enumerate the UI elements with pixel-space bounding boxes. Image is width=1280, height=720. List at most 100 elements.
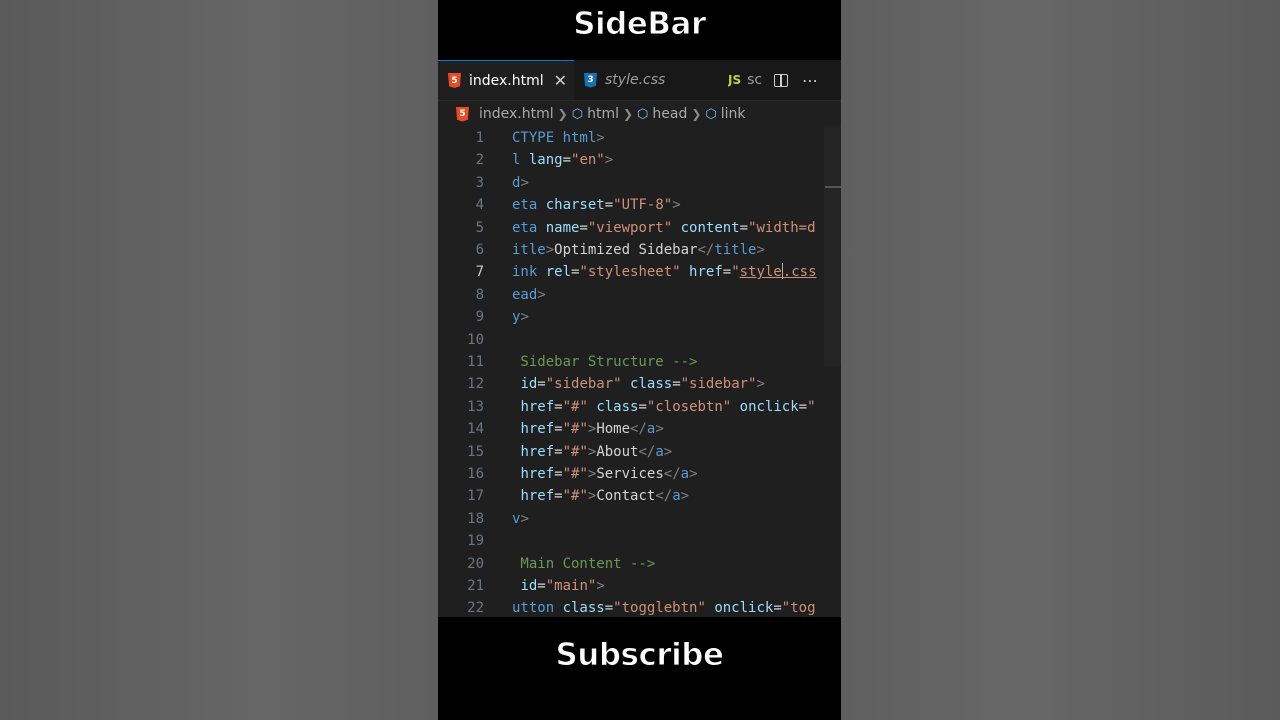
code-token: a: [672, 488, 681, 505]
code-text: itle>Optimized Sidebar</title>: [512, 239, 765, 261]
html5-icon: 5: [448, 73, 461, 88]
code-token: >: [663, 443, 673, 460]
code-token: .css: [782, 264, 817, 281]
line-number: 8: [475, 286, 484, 303]
code-line: 3 d>: [438, 172, 841, 194]
code-token: =: [537, 578, 546, 594]
code-text: Main Content -->: [512, 553, 655, 575]
code-token: =: [672, 376, 681, 393]
code-token: a: [680, 466, 690, 482]
breadcrumb: 5 index.html ❯ ⬡ html ❯ ⬡ head ❯ ⬡ link: [438, 101, 841, 127]
line-number: 17: [467, 488, 484, 505]
code-line: 12 id="sidebar" class="sidebar">: [438, 373, 841, 395]
line-number: 1: [475, 130, 484, 146]
minimap-viewport-marker: [825, 186, 841, 188]
tab-script-js[interactable]: JS sc: [728, 60, 772, 100]
code-line: 4 eta charset="UTF-8">: [438, 194, 841, 216]
tab-style-css[interactable]: 3 style.css: [584, 60, 712, 100]
code-token: =: [773, 600, 782, 617]
code-token: </: [655, 488, 673, 505]
javascript-icon: JS: [728, 73, 742, 87]
line-number: 18: [467, 510, 484, 527]
code-token: </: [630, 421, 647, 438]
code-token: Contact: [596, 488, 656, 505]
code-token: eta: [512, 197, 546, 214]
split-editor-icon[interactable]: [774, 73, 788, 87]
code-token: >: [655, 421, 664, 438]
line-number: 2: [475, 152, 484, 169]
code-token: >: [520, 174, 529, 191]
code-token: >: [545, 242, 555, 258]
code-line: 20 Main Content -->: [438, 553, 841, 575]
chevron-right-icon: ❯: [557, 107, 568, 121]
breadcrumb-item-file[interactable]: index.html: [479, 106, 554, 122]
line-number: 19: [467, 533, 484, 550]
code-text: v>: [512, 508, 529, 530]
code-token: "#": [562, 398, 588, 415]
code-text: d>: [512, 172, 529, 194]
code-token: rel: [545, 264, 572, 281]
line-number: 12: [467, 376, 484, 393]
code-token: =: [604, 600, 614, 617]
code-line: 19: [438, 530, 841, 552]
code-text-area[interactable]: 1 CTYPE html> 2 l lang="en"> 3 d> 4 eta charset…: [438, 127, 841, 617]
code-token: ink: [512, 264, 546, 281]
code-line: 8 ead>: [438, 284, 841, 306]
code-token: >: [756, 242, 765, 258]
code-text: CTYPE html>: [512, 127, 605, 149]
minimap[interactable]: [824, 126, 841, 366]
video-title-caption: SideBar: [573, 6, 707, 43]
code-token: >: [680, 488, 690, 505]
code-token: CTYPE html: [512, 130, 597, 146]
code-token: "sidebar": [680, 376, 757, 393]
code-text: y>: [512, 306, 529, 328]
code-line: 7 ink rel="stylesheet" href="style.css: [438, 261, 841, 283]
breadcrumb-item-html[interactable]: html: [587, 106, 619, 122]
code-text: id="sidebar" class="sidebar">: [512, 373, 764, 395]
breadcrumb-item-link[interactable]: link: [721, 106, 746, 122]
breadcrumb-item-head[interactable]: head: [652, 106, 687, 122]
blurred-background-right: [841, 0, 1280, 720]
code-token: class: [596, 398, 639, 415]
code-token: utton: [512, 600, 563, 617]
symbol-element-icon: ⬡: [571, 106, 584, 122]
code-token: </: [638, 443, 656, 460]
line-number: 15: [467, 443, 484, 460]
line-number: 22: [467, 600, 484, 617]
close-icon[interactable]: ✕: [554, 71, 567, 90]
code-token: >: [596, 578, 605, 594]
blurred-background-left: [0, 0, 438, 720]
code-line: 16 href="#">Services</a>: [438, 463, 841, 485]
code-token: "sidebar": [545, 376, 622, 393]
code-token: "UTF-8": [613, 197, 673, 214]
code-token: ead: [512, 286, 538, 303]
code-token: =: [537, 376, 546, 393]
tab-index-html[interactable]: 5 index.html ✕: [438, 60, 574, 100]
more-actions-icon[interactable]: ⋯: [802, 71, 819, 90]
code-token: id: [520, 578, 538, 594]
code-token: content: [680, 219, 740, 236]
code-text: utton class="togglebtn" onclick="tog: [512, 597, 816, 617]
code-text: ink rel="stylesheet" href="style.css: [512, 261, 817, 283]
code-token: =: [562, 152, 572, 169]
line-number: 13: [467, 398, 484, 415]
code-token: class: [562, 600, 605, 617]
code-token: style: [739, 264, 782, 281]
code-token: =: [638, 398, 647, 415]
line-number: 10: [467, 331, 484, 348]
code-text: eta charset="UTF-8">: [512, 194, 681, 216]
code-token: "#": [562, 488, 588, 505]
code-token: href: [520, 398, 555, 415]
code-token: Home: [596, 421, 631, 438]
code-token: =: [579, 219, 588, 236]
code-token: id: [520, 376, 538, 393]
code-token: a: [655, 443, 664, 460]
line-number: 9: [475, 309, 484, 326]
code-line: 21 id="main">: [438, 575, 841, 597]
code-token: ": [807, 398, 816, 415]
code-line: 6 itle>Optimized Sidebar</title>: [438, 239, 841, 261]
code-token: "width=d: [748, 219, 816, 236]
